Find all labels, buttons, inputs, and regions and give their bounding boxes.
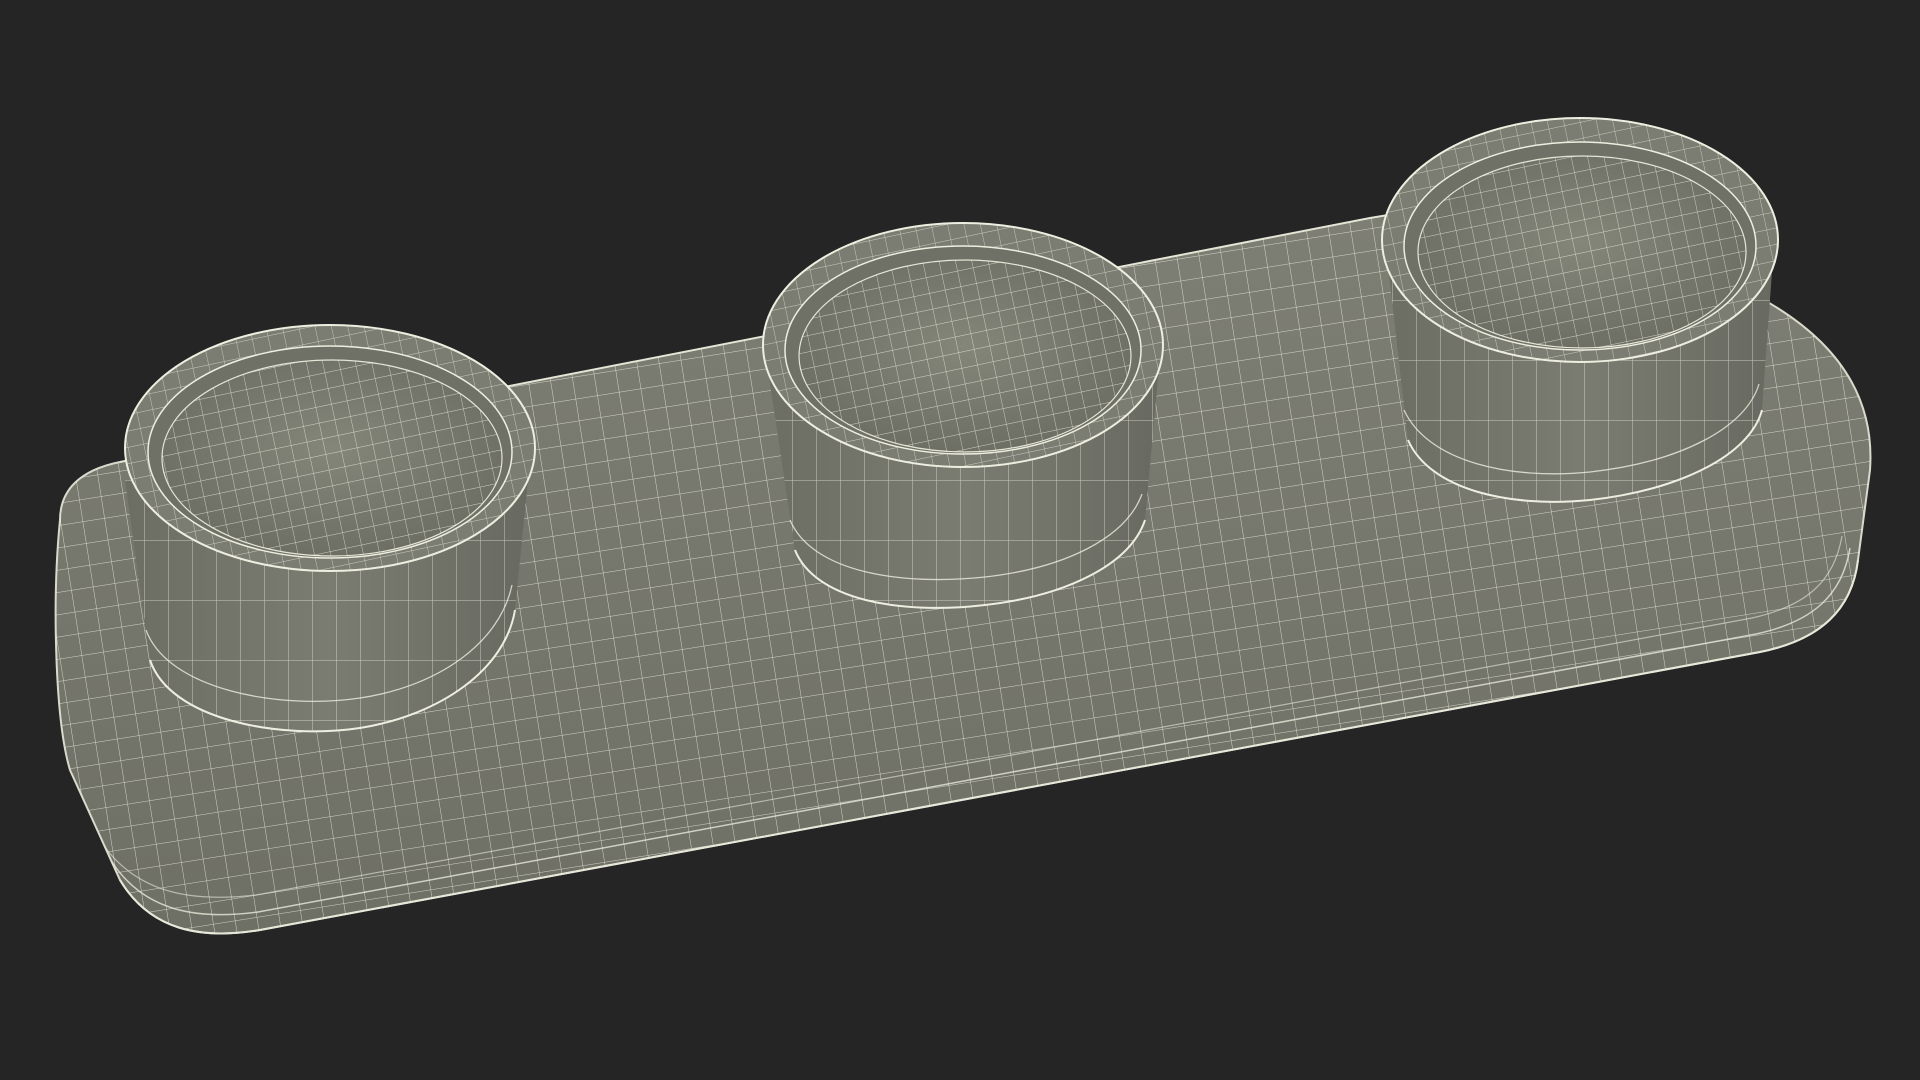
cup-middle — [762, 222, 1164, 609]
wireframe-model-scene — [54, 117, 1872, 935]
cup-right — [1381, 117, 1779, 503]
render-viewport — [0, 0, 1920, 1080]
cup-left — [124, 324, 536, 733]
